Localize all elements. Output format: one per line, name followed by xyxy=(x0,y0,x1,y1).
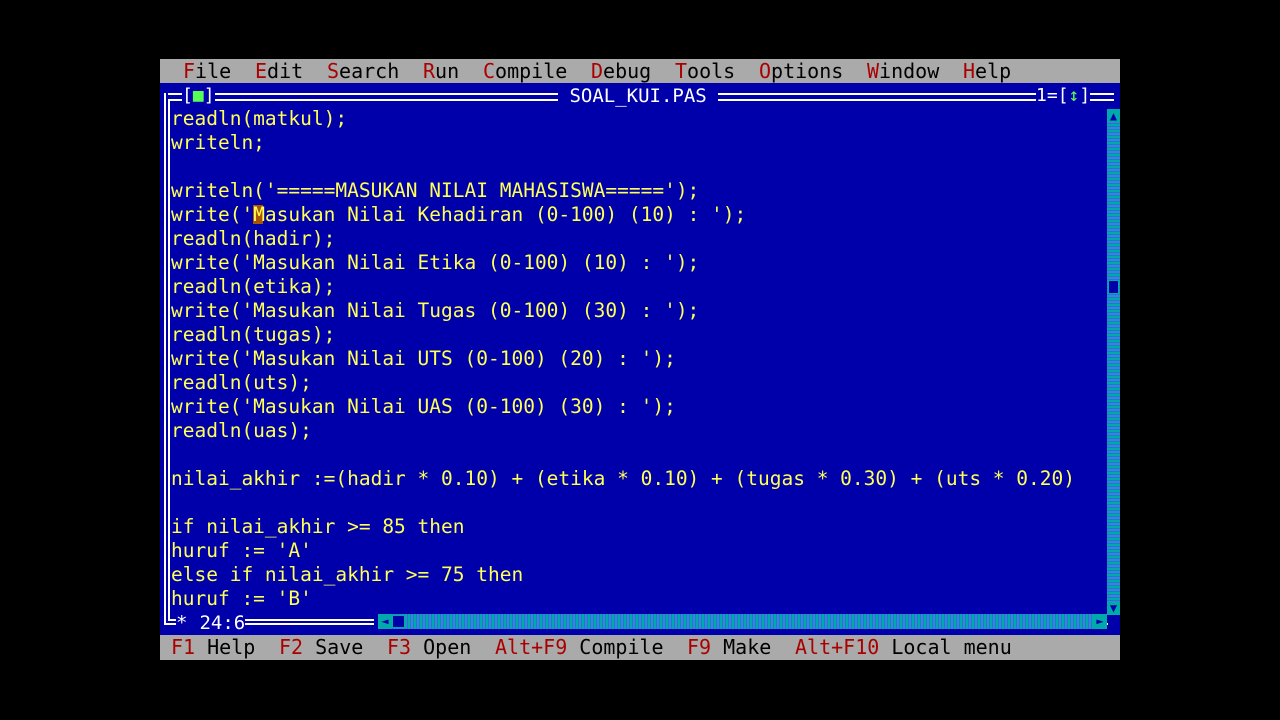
status-open-label: Open xyxy=(423,635,472,659)
menu-search[interactable]: Search xyxy=(327,59,399,83)
code-line: nilai_akhir :=(hadir * 0.10) + (etika * … xyxy=(171,467,1075,490)
close-box[interactable]: [■] xyxy=(182,86,215,106)
status-make[interactable]: F9 Make xyxy=(687,635,771,660)
status-local-menu[interactable]: Alt+F10 Local menu xyxy=(795,635,1012,660)
menu-edit-hotkey: E xyxy=(255,59,268,83)
status-local-menu-label: Local menu xyxy=(891,635,1012,659)
menu-help[interactable]: Help xyxy=(963,59,1011,83)
code-line: readln(uas); xyxy=(171,419,312,442)
frame-left-inner xyxy=(168,99,170,619)
status-help[interactable]: F1 Help xyxy=(171,635,255,660)
menu-tools-label: ools xyxy=(687,59,736,83)
code-line: readln(tugas); xyxy=(171,323,336,346)
zoom-box[interactable]: [↕] xyxy=(1058,85,1091,106)
code-text-after-cursor: Masukan Nilai Kehadiran (0-100) (10) : '… xyxy=(253,203,747,226)
menu-help-hotkey: H xyxy=(963,59,976,83)
code-line: readln(uts); xyxy=(171,371,312,394)
code-editor[interactable]: readln(matkul); writeln; writeln('=====MAS… xyxy=(171,107,1107,617)
horizontal-scrollbar[interactable]: ◄ ► xyxy=(378,614,1107,629)
frame-left-outer xyxy=(164,93,166,623)
status-bar: F1 Help F2 Save F3 Open Alt+F9 Compile F… xyxy=(160,635,1120,660)
zoom-box-right: ] xyxy=(1079,85,1091,106)
zoom-box-icon: ↕ xyxy=(1068,85,1080,106)
menu-run-label: un xyxy=(435,59,460,83)
menu-compile[interactable]: Compile xyxy=(483,59,567,83)
code-line: writeln('=====MASUKAN NILAI MAHASISWA===… xyxy=(171,179,700,202)
status-compile-key: Alt+F9 xyxy=(495,635,568,659)
menu-run-hotkey: R xyxy=(423,59,436,83)
code-line: if nilai_akhir >= 85 then xyxy=(171,515,465,538)
menu-options-label: ptions xyxy=(771,59,844,83)
code-line: writeln; xyxy=(171,131,265,154)
status-save-key: F2 xyxy=(279,635,304,659)
code-line: write('Masukan Nilai Tugas (0-100) (30) … xyxy=(171,299,700,322)
window-title: SOAL_KUI.PAS xyxy=(558,85,719,107)
code-line: write('Masukan Nilai Etika (0-100) (10) … xyxy=(171,251,700,274)
menu-debug-label: ebug xyxy=(603,59,652,83)
menu-edit-label: dit xyxy=(267,59,304,83)
menu-window-label: indow xyxy=(879,59,940,83)
status-make-label: Make xyxy=(723,635,772,659)
menu-tools-hotkey: T xyxy=(675,59,688,83)
code-line: else if nilai_akhir >= 75 then xyxy=(171,563,524,586)
code-line: readln(etika); xyxy=(171,275,336,298)
close-box-left: [ xyxy=(182,85,193,106)
line-column-readout: 24:6 xyxy=(199,612,246,634)
menu-edit[interactable]: Edit xyxy=(255,59,303,83)
menu-options[interactable]: Options xyxy=(759,59,843,83)
menu-tools[interactable]: Tools xyxy=(675,59,735,83)
menu-file-label: ile xyxy=(195,59,232,83)
arrow-up-icon[interactable]: ▲ xyxy=(1107,109,1120,123)
code-line: readln(hadir); xyxy=(171,227,336,250)
menu-file-hotkey: F xyxy=(183,59,196,83)
arrow-right-icon[interactable]: ► xyxy=(1093,614,1107,629)
status-save-label: Save xyxy=(315,635,364,659)
modified-marker: * xyxy=(176,612,188,634)
close-box-right: ] xyxy=(203,85,215,106)
status-help-key: F1 xyxy=(171,635,196,659)
menu-window[interactable]: Window xyxy=(867,59,939,83)
status-compile[interactable]: Alt+F9 Compile xyxy=(495,635,664,660)
code-line: write('Masukan Nilai UTS (0-100) (20) : … xyxy=(171,347,676,370)
zoom-box-left: [ xyxy=(1057,85,1069,106)
menu-options-hotkey: O xyxy=(759,59,772,83)
status-compile-label: Compile xyxy=(579,635,664,659)
window-controls: 1=[↕] xyxy=(1036,85,1091,106)
menu-debug[interactable]: Debug xyxy=(591,59,651,83)
status-save[interactable]: F2 Save xyxy=(279,635,363,660)
close-box-icon: ■ xyxy=(192,85,204,106)
status-make-key: F9 xyxy=(687,635,712,659)
vertical-scrollbar[interactable]: ▲ ▼ xyxy=(1107,109,1120,615)
menu-bar: File Edit Search Run Compile Debug Tools… xyxy=(160,59,1120,83)
code-text-before-cursor: write(' xyxy=(171,203,254,226)
code-line: write('Masukan Nilai UAS (0-100) (30) : … xyxy=(171,395,676,418)
code-line: write('Masukan Nilai Kehadiran (0-100) (… xyxy=(171,203,1107,227)
vertical-scroll-thumb[interactable] xyxy=(1108,280,1119,294)
horizontal-scroll-thumb[interactable] xyxy=(392,615,405,628)
menu-compile-hotkey: C xyxy=(483,59,496,83)
status-local-menu-key: Alt+F10 xyxy=(795,635,880,659)
menu-debug-hotkey: D xyxy=(591,59,604,83)
cursor-position-indicator: * 24:6 xyxy=(176,612,246,634)
arrow-down-icon[interactable]: ▼ xyxy=(1107,601,1120,615)
window-number: 1= xyxy=(1036,85,1058,106)
menu-search-label: earch xyxy=(339,59,400,83)
code-line: readln(matkul); xyxy=(171,107,348,130)
code-line: huruf := 'B' xyxy=(171,587,312,610)
menu-file[interactable]: File xyxy=(183,59,231,83)
menu-help-label: elp xyxy=(975,59,1012,83)
status-open-key: F3 xyxy=(387,635,412,659)
menu-compile-label: ompile xyxy=(495,59,568,83)
ide-screen: File Edit Search Run Compile Debug Tools… xyxy=(160,59,1120,660)
menu-search-hotkey: S xyxy=(327,59,340,83)
menu-window-hotkey: W xyxy=(867,59,880,83)
status-help-label: Help xyxy=(207,635,256,659)
code-line: huruf := 'A' xyxy=(171,539,312,562)
arrow-left-icon[interactable]: ◄ xyxy=(378,614,392,629)
menu-run[interactable]: Run xyxy=(423,59,459,83)
status-open[interactable]: F3 Open xyxy=(387,635,471,660)
